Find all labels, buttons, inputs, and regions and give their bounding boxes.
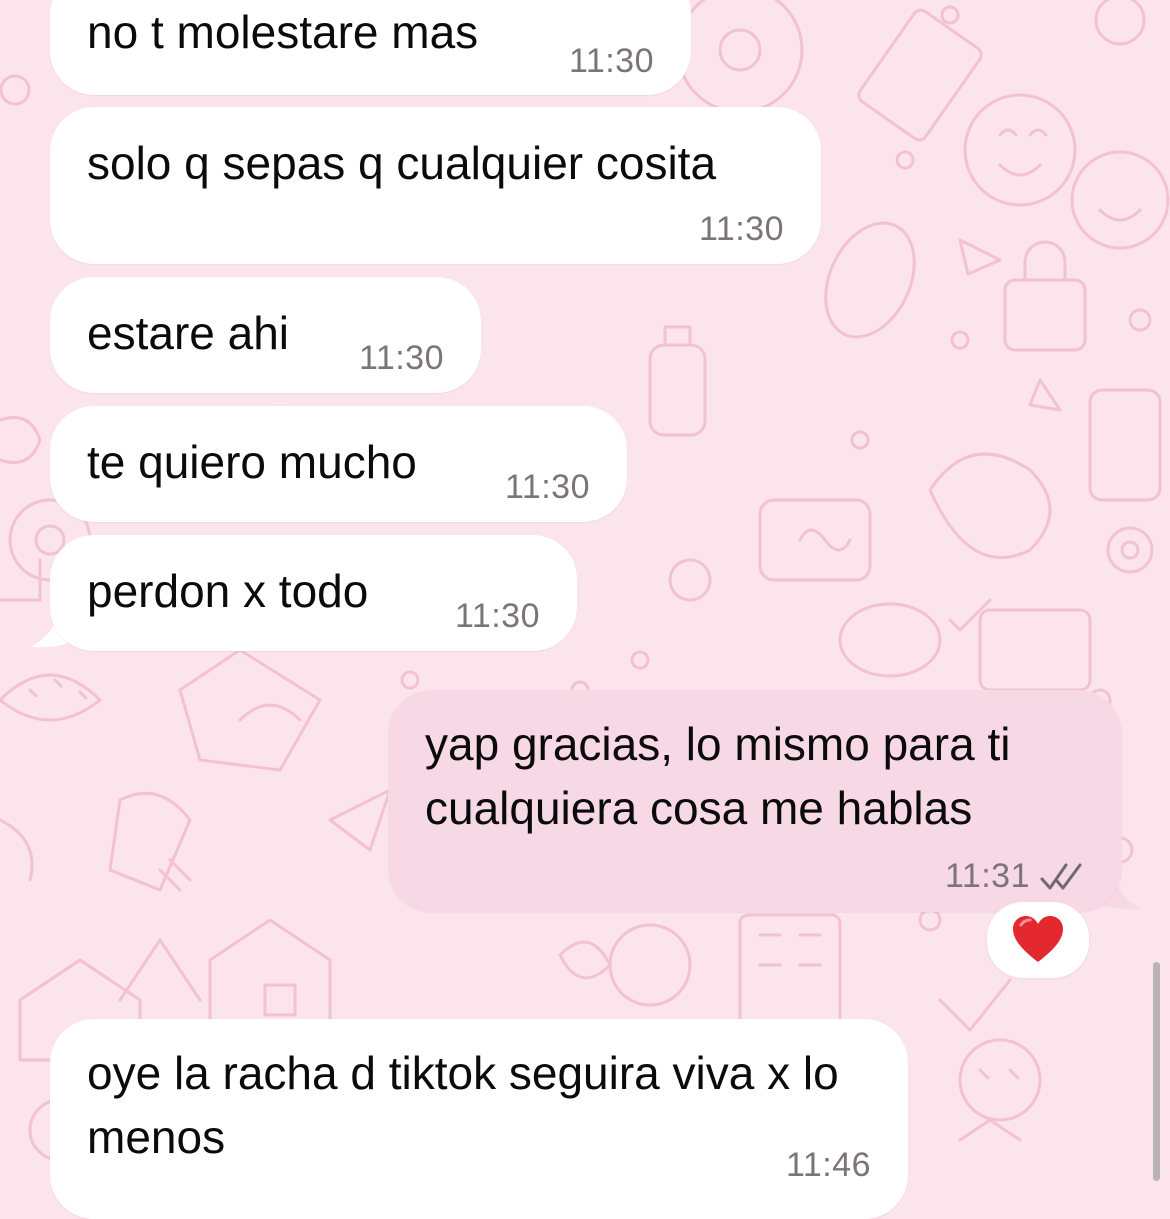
message-text: oye la racha d tiktok seguira viva x lo … bbox=[87, 1047, 839, 1163]
message-timestamp: 11:30 bbox=[568, 42, 654, 80]
heart-reaction-icon bbox=[1013, 916, 1063, 962]
reaction-badge[interactable] bbox=[987, 902, 1089, 978]
incoming-message[interactable]: no t molestare mas 11:30 bbox=[50, 0, 691, 95]
double-check-icon bbox=[1040, 863, 1082, 890]
outgoing-message[interactable]: yap gracias, lo mismo para ti cualquiera… bbox=[388, 690, 1122, 912]
incoming-message[interactable]: oye la racha d tiktok seguira viva x lo … bbox=[50, 1019, 908, 1219]
incoming-message[interactable]: solo q sepas q cualquier cosita 11:30 bbox=[50, 107, 821, 264]
message-text: yap gracias, lo mismo para ti cualquiera… bbox=[425, 718, 1011, 834]
message-timestamp: 11:30 bbox=[504, 468, 590, 506]
message-timestamp: 11:30 bbox=[454, 597, 540, 635]
message-text: solo q sepas q cualquier cosita bbox=[87, 137, 717, 189]
incoming-message[interactable]: estare ahi 11:30 bbox=[50, 277, 481, 393]
message-timestamp: 11:46 bbox=[785, 1146, 871, 1184]
incoming-message[interactable]: perdon x todo 11:30 bbox=[50, 535, 577, 651]
message-timestamp: 11:30 bbox=[358, 339, 444, 377]
incoming-message[interactable]: te quiero mucho 11:30 bbox=[50, 406, 627, 522]
message-timestamp: 11:31 bbox=[944, 857, 1030, 895]
message-timestamp: 11:30 bbox=[698, 210, 784, 248]
scrollbar-thumb[interactable] bbox=[1153, 962, 1160, 1181]
